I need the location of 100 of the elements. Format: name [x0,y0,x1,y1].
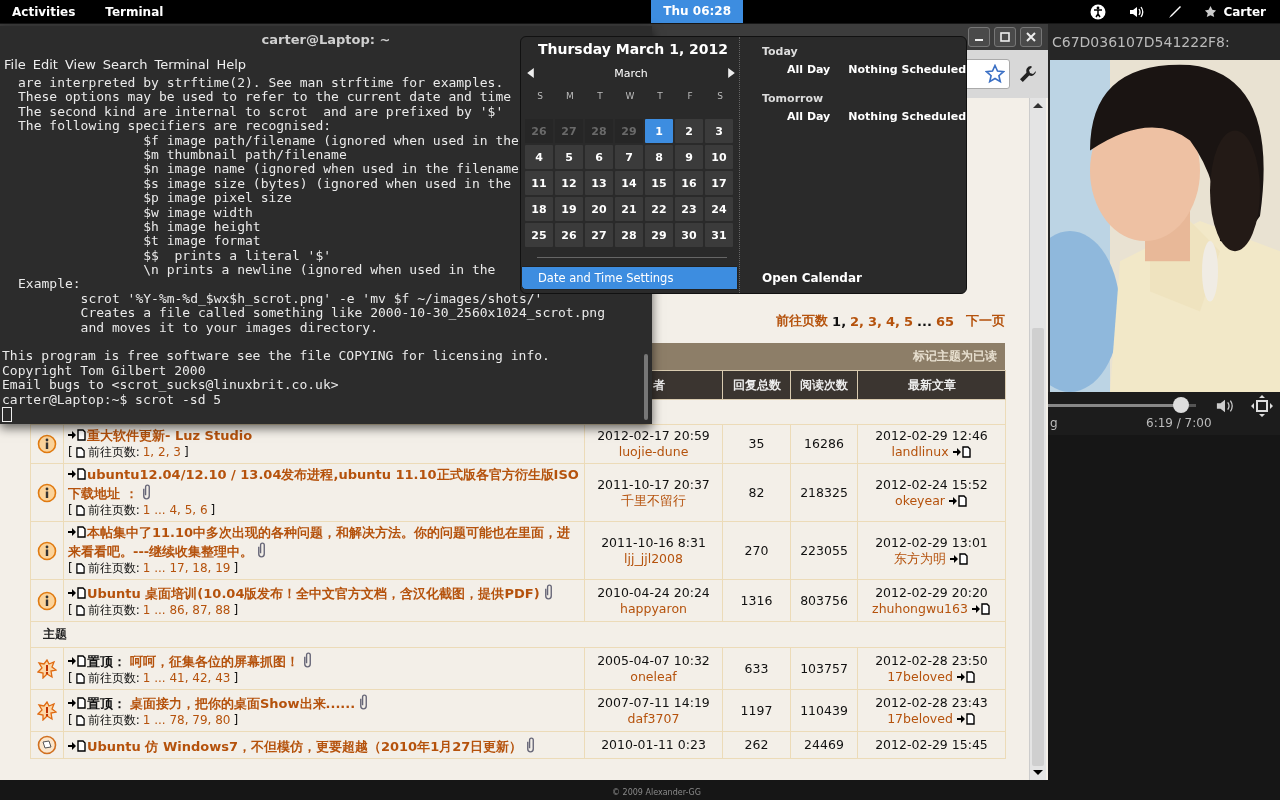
pages-label: 前往页数: [87,560,140,576]
day-cell[interactable]: 30 [675,223,703,247]
page-link[interactable]: 4, [886,313,901,329]
open-calendar-button[interactable]: Open Calendar [762,271,966,285]
weekday-label: S [536,91,544,103]
author-link[interactable]: happyaron [589,600,718,617]
post-date: 2012-02-17 20:59 [596,428,711,444]
page-links[interactable]: 1 ... 78, 79, 80 [142,712,231,728]
page-links[interactable]: 1 ... 4, 5, 6 [142,502,208,518]
day-cell[interactable]: 21 [615,197,643,221]
page-links[interactable]: 1, 2, 3 [142,444,181,460]
app-menu[interactable]: Terminal [93,4,176,19]
menu-item[interactable]: Edit [32,56,58,72]
page-link[interactable]: 5 [904,313,914,329]
next-page-link[interactable]: 下一页 [966,312,1005,330]
author-link[interactable]: okeyear [895,492,945,509]
pages-label: 前往页数: [87,444,140,460]
author-link[interactable]: 17beloved [887,668,953,685]
page-links[interactable]: 1 ... 41, 42, 43 [142,670,231,686]
activities-button[interactable]: Activities [0,4,88,19]
pagination-ellipsis: ... [917,313,932,329]
day-cell[interactable]: 14 [615,171,643,195]
author-link[interactable]: 千里不留行 [589,492,718,509]
day-cell[interactable]: 24 [705,197,733,221]
bracket-text: ] [233,560,239,576]
user-menu[interactable]: Carter [1204,4,1266,19]
topic-title[interactable]: 重大软件更新- Luz Studio [68,428,580,444]
day-cell[interactable]: 8 [645,145,673,169]
day-cell[interactable]: 3 [705,119,733,143]
author-link[interactable]: oneleaf [589,668,718,685]
views-cell: 110439 [790,689,858,732]
menu-item[interactable]: File [4,56,26,72]
day-cell[interactable]: 9 [675,145,703,169]
menu-item[interactable]: View [64,56,96,72]
event-text: Nothing Scheduled [848,63,966,76]
weekday-label: F [686,91,694,103]
day-cell[interactable]: 18 [525,197,553,221]
replies-cell: 1316 [722,579,791,622]
topic-title[interactable]: Ubuntu 桌面培训(10.04版发布！全中文官方文档，含汉化截图，提供PDF) [68,583,580,602]
event-text: Nothing Scheduled [848,110,966,123]
menu-item[interactable]: Search [102,56,148,72]
day-cell[interactable]: 2 [675,119,703,143]
page-link[interactable]: 3, [868,313,883,329]
author-link[interactable]: luojie-dune [589,444,718,460]
day-cell[interactable]: 16 [675,171,703,195]
views-cell: 223055 [790,521,858,580]
day-cell[interactable]: 31 [705,223,733,247]
last-post-date: 2012-02-24 15:52 [874,476,989,493]
author-link[interactable]: 东方为明 [894,550,946,567]
day-cell[interactable]: 28 [615,223,643,247]
page-links[interactable]: 1 ... 17, 18, 19 [142,560,231,576]
post-date: 2011-10-17 20:37 [596,476,711,493]
day-cell[interactable]: 27 [585,223,613,247]
day-cell[interactable]: 11 [525,171,553,195]
topic-title[interactable]: ubuntu12.04/12.10 / 13.04发布进程,ubuntu 11.10正式版各官方衍生版ISO下载地址 ： [68,467,580,502]
day-cell[interactable]: 26 [555,223,583,247]
replies-cell: 270 [722,521,791,580]
day-cell[interactable]: 7 [615,145,643,169]
author-link[interactable]: 17beloved [887,710,953,727]
topic-title[interactable]: 置顶： 桌面接力，把你的桌面Show出来...... [68,693,580,712]
author-link[interactable]: landlinux [891,444,949,460]
terminal-line: These options may be used to refer to the current date and time [17,90,512,105]
section-header: 主题 [30,621,1006,648]
author-link[interactable]: ljj_jjl2008 [589,550,718,567]
topic-title[interactable]: 本帖集中了11.10中多次出现的各种问题，和解决方法。你的问题可能也在里面，进来看看吧。---继续收集整理中。 [68,525,580,560]
post-date: 2010-01-11 0:23 [600,737,707,753]
bracket-text: ] [233,670,239,686]
day-cell[interactable]: 23 [675,197,703,221]
author-link[interactable]: daf3707 [589,710,718,727]
day-cell[interactable]: 15 [645,171,673,195]
day-cell[interactable]: 25 [525,223,553,247]
day-cell[interactable]: 12 [555,171,583,195]
replies-cell: 633 [722,647,791,690]
day-cell[interactable]: 13 [585,171,613,195]
day-cell[interactable]: 20 [585,197,613,221]
last-post-date: 2012-02-29 12:46 [874,428,989,444]
terminal-line: Example: [17,277,81,292]
menu-item[interactable]: Terminal [154,56,210,72]
day-cell[interactable]: 22 [645,197,673,221]
bracket-text: ] [233,602,239,618]
author-link[interactable]: zhuhongwu163 [872,600,968,617]
topic-title[interactable]: 置顶： 呵呵，征集各位的屏幕抓图！ [68,651,580,670]
last-post-date: 2012-02-29 20:20 [874,584,989,601]
terminal-line: Copyright Tom Gilbert 2000 [1,363,206,379]
page-links[interactable]: 1 ... 86, 87, 88 [142,602,231,618]
day-cell[interactable]: 17 [705,171,733,195]
day-cell[interactable]: 6 [585,145,613,169]
menu-item[interactable]: Help [216,56,247,72]
page-link[interactable]: 1, [832,313,847,329]
day-cell[interactable]: 29 [645,223,673,247]
page-link[interactable]: 2, [850,313,865,329]
day-cell[interactable]: 4 [525,145,553,169]
day-cell[interactable]: 5 [555,145,583,169]
terminal-line: scrot '%Y-%m-%d_$wx$h_scrot.png' -e 'mv $f ~/images/shots/' [79,291,543,307]
column-header: 回复总数 [722,370,791,400]
day-cell[interactable]: 10 [705,145,733,169]
terminal-prompt: carter@Laptop:~$ scrot -sd 5 [1,392,222,407]
post-date: 2010-04-24 20:24 [596,584,711,601]
page-link[interactable]: 65 [935,313,954,329]
day-cell[interactable]: 19 [555,197,583,221]
